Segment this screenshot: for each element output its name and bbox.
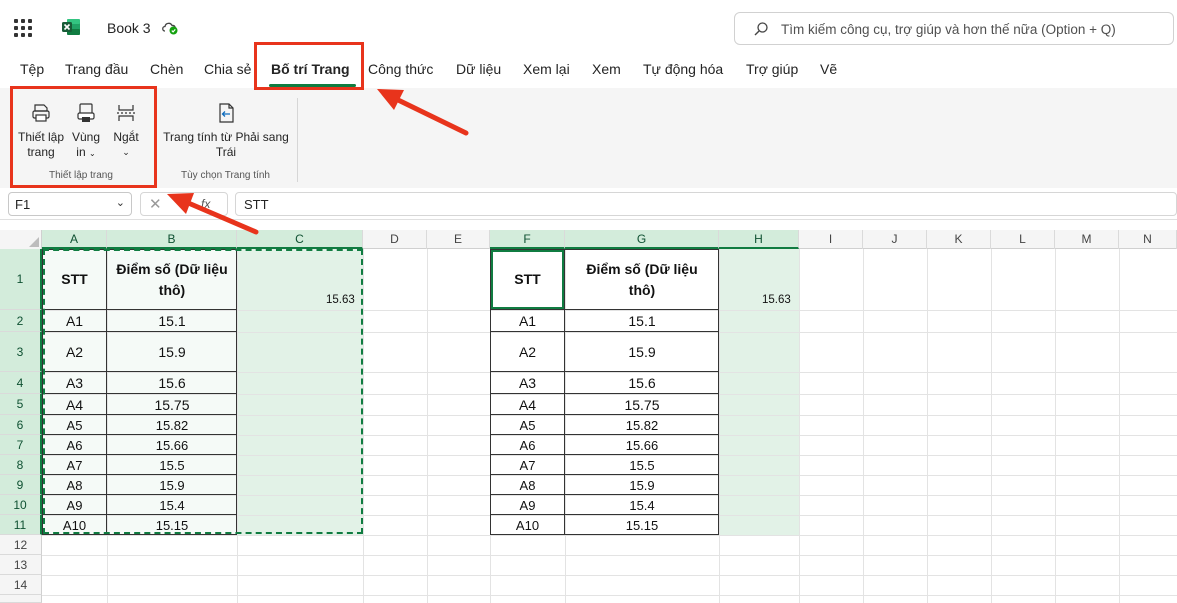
arrow-to-page-layout-tab <box>377 89 469 136</box>
arrow-to-page-setup-group <box>167 193 259 235</box>
annotation-arrows <box>167 89 469 235</box>
excel-window: Book 3 Tìm kiếm công cụ, trợ giúp và hơn… <box>0 0 1177 603</box>
